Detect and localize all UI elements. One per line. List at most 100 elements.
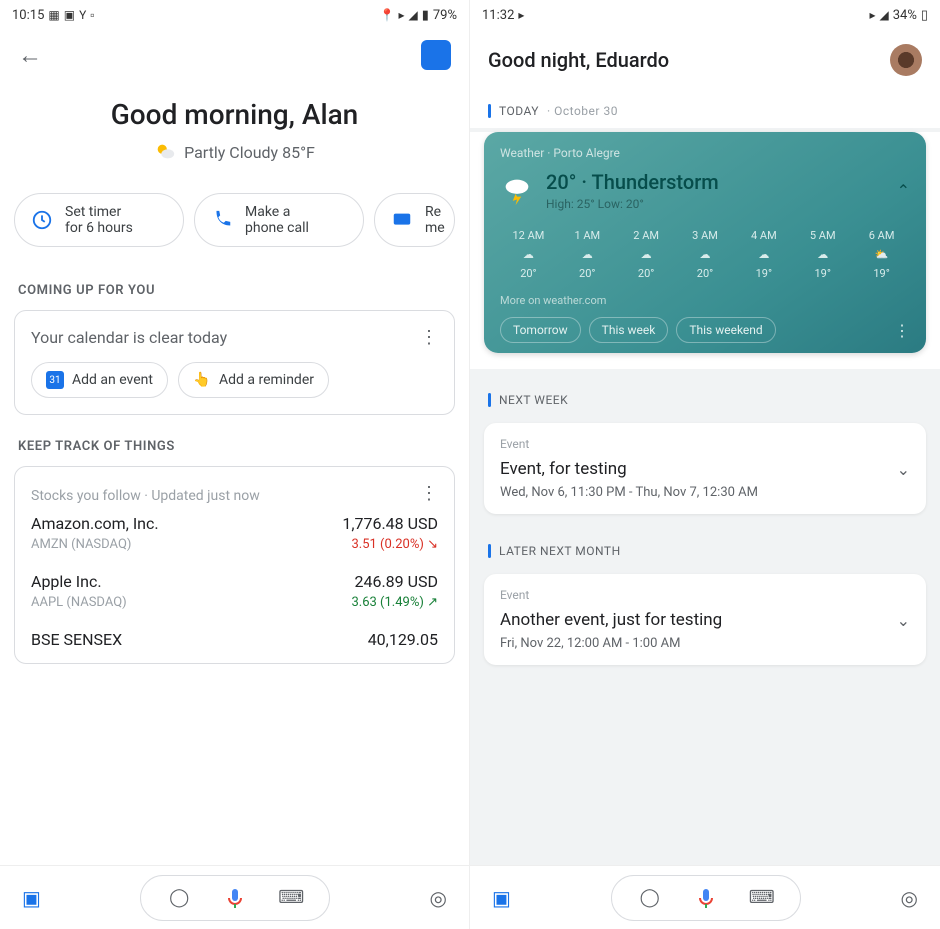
wifi-icon: ▸ [398,8,404,22]
keyboard-icon[interactable]: ⌨ [279,886,303,910]
lens-icon[interactable]: ◯ [167,886,191,910]
mic-icon[interactable] [223,886,247,910]
suggestion-chips: Set timerfor 6 hours Make aphone call Re… [0,181,469,259]
more-icon[interactable]: ⋮ [894,321,910,340]
latermonth-label: LATER NEXT MONTH [499,544,621,558]
battery-icon: ▯ [921,8,928,23]
chevron-up-icon[interactable]: ⌃ [897,181,910,200]
status-app-icon: ▣ [64,8,75,22]
stock-name: Amazon.com, Inc. [31,514,159,533]
calendar-msg: Your calendar is clear today [31,328,227,347]
event-type: Event [500,588,910,602]
greeting-text: Good morning, Alan [20,98,449,131]
chevron-down-icon[interactable]: ⌄ [897,460,910,479]
weather-chip-tomorrow[interactable]: Tomorrow [500,317,581,343]
calendar-icon: 31 [46,371,64,389]
cloud-icon: ☁ [500,248,557,261]
event-date: Fri, Nov 22, 12:00 AM - 1:00 AM [500,636,910,651]
section-coming-up: COMING UP FOR YOU [0,259,469,310]
chip-line1: Re [425,204,441,220]
chip-set-timer[interactable]: Set timerfor 6 hours [14,193,184,247]
stock-price: 246.89 USD [351,572,438,591]
chip-partial[interactable]: Reme [374,193,455,247]
section-later-month: LATER NEXT MONTH [470,520,940,568]
hour-slot: 12 AM☁20° [500,229,557,280]
chip-phone-call[interactable]: Make aphone call [194,193,364,247]
lens-icon[interactable]: ◯ [638,886,662,910]
location-icon: 📍 [379,8,394,22]
chevron-down-icon[interactable]: ⌄ [897,611,910,630]
hour-slot: 6 AM⛅19° [853,229,910,280]
clock-icon [31,209,53,231]
status-app-icon: ▫ [90,8,94,22]
cloud-icon: ☁ [618,248,675,261]
status-time: 11:32 [482,8,514,23]
stock-ticker: AMZN (NASDAQ) [31,537,159,552]
stocks-card: Stocks you follow · Updated just now ⋮ A… [14,466,455,664]
add-reminder-button[interactable]: 👆 Add a reminder [178,362,329,398]
status-bar: 10:15 ▦ ▣ Y ▫ 📍 ▸ ◢ ▮ 79% [0,0,469,30]
profile-avatar[interactable] [890,44,922,76]
stock-price: 1,776.48 USD [342,514,438,533]
chip-line1: Make a [245,204,290,220]
updates-icon[interactable]: ▣ [22,886,41,910]
cloud-icon: ☁ [735,248,792,261]
back-button[interactable]: ← [18,41,42,70]
today-date: · October 30 [547,104,618,118]
weather-temp: 20° · Thunderstorm [546,170,719,194]
cloud-icon: ☁ [794,248,851,261]
explore-icon[interactable]: ◎ [901,886,918,910]
event-type: Event [500,437,910,451]
signal-icon: ◢ [408,8,417,22]
explore-icon[interactable]: ◎ [430,886,447,910]
status-time: 10:15 [12,8,44,23]
battery-pct: 34% [893,8,917,23]
chip-line2: phone call [245,220,309,236]
thunderstorm-icon [500,174,534,208]
updates-icon[interactable]: ▣ [492,886,511,910]
weather-chip-thisweek[interactable]: This week [589,317,669,343]
weather-location: Weather · Porto Alegre [500,146,910,160]
section-next-week: NEXT WEEK [470,369,940,417]
snapshot-right: 11:32 ▸ ▸ ◢ 34% ▯ Good night, Eduardo TO… [470,0,940,929]
stock-row[interactable]: BSE SENSEX 40,129.05 [31,620,438,659]
partly-cloudy-icon: ⛅ [853,248,910,261]
event-card[interactable]: Event Another event, just for testing ⌄ … [484,574,926,665]
mic-icon[interactable] [694,886,718,910]
event-title: Event, for testing [500,459,627,479]
keyboard-icon[interactable]: ⌨ [750,886,774,910]
add-event-label: Add an event [72,372,153,388]
status-app-icon: Y [79,8,86,22]
hour-slot: 2 AM☁20° [618,229,675,280]
event-card[interactable]: Event Event, for testing ⌄ Wed, Nov 6, 1… [484,423,926,514]
stocks-header: Stocks you follow · Updated just now [31,488,260,504]
greeting-text: Good night, Eduardo [488,48,669,72]
more-icon[interactable]: ⋮ [420,327,438,348]
wifi-icon: ▸ [869,8,875,22]
message-icon [391,209,413,231]
stock-price: 40,129.05 [368,630,438,649]
status-app-icon: ▸ [518,8,524,22]
cloud-icon: ☁ [677,248,734,261]
add-event-button[interactable]: 31 Add an event [31,362,168,398]
stock-row[interactable]: Apple Inc.AAPL (NASDAQ) 246.89 USD3.63 (… [31,562,438,620]
weather-more-link[interactable]: More on weather.com [500,294,910,307]
hourly-forecast: 12 AM☁20° 1 AM☁20° 2 AM☁20° 3 AM☁20° 4 A… [500,229,910,280]
reminder-icon: 👆 [193,371,211,389]
hour-slot: 3 AM☁20° [677,229,734,280]
stock-name: Apple Inc. [31,572,127,591]
stock-change: 3.51 (0.20%) ↘ [342,537,438,552]
weather-chip-weekend[interactable]: This weekend [676,317,775,343]
profile-avatar[interactable] [421,40,451,70]
snapshot-left: 10:15 ▦ ▣ Y ▫ 📍 ▸ ◢ ▮ 79% ← Good morning… [0,0,470,929]
section-today: TODAY · October 30 [470,94,940,128]
chip-line2: for 6 hours [65,220,133,236]
today-label: TODAY [499,104,539,118]
nextweek-label: NEXT WEEK [499,393,568,407]
chip-line1: Set timer [65,204,121,220]
accent-bar [488,104,491,118]
assistant-bar: ▣ ◯ ⌨ ◎ [470,865,940,929]
stock-row[interactable]: Amazon.com, Inc. AMZN (NASDAQ) 1,776.48 U… [31,504,438,562]
more-icon[interactable]: ⋮ [420,483,438,504]
weather-card[interactable]: Weather · Porto Alegre 20° · Thunderstor… [484,132,926,353]
